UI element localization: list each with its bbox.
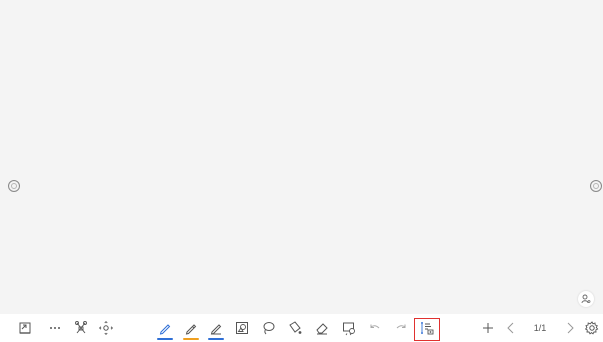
- shape-tool-button[interactable]: [232, 318, 252, 338]
- fill-tool-button[interactable]: [285, 318, 305, 338]
- chevron-right-icon: [567, 322, 574, 334]
- undo-icon: [370, 324, 380, 329]
- insert-image-icon: [343, 322, 355, 336]
- undo-button[interactable]: [365, 318, 385, 338]
- pen-tool-button[interactable]: [155, 318, 175, 340]
- left-edge-handle[interactable]: [8, 180, 20, 192]
- prev-page-button[interactable]: [501, 318, 521, 338]
- redo-button[interactable]: [391, 318, 411, 338]
- add-page-button[interactable]: [478, 318, 498, 338]
- pen-color-bar: [157, 338, 173, 340]
- exit-whiteboard-icon: [19, 322, 31, 334]
- whiteboard-canvas[interactable]: [0, 0, 603, 314]
- gear-icon: [584, 321, 599, 335]
- settings-button[interactable]: [582, 318, 602, 338]
- brush-tool-button[interactable]: [206, 318, 226, 340]
- fill-bucket-icon: [289, 321, 302, 334]
- right-edge-handle[interactable]: [590, 180, 602, 192]
- brush-icon: [210, 324, 222, 335]
- tools-button[interactable]: [71, 318, 91, 338]
- bottom-toolbar: [0, 314, 603, 342]
- lasso-tool-button[interactable]: [258, 318, 278, 338]
- lasso-icon: [263, 322, 275, 335]
- shape-icon: [236, 322, 248, 334]
- brush-color-bar: [208, 338, 224, 340]
- pen-icon: [159, 324, 171, 335]
- highlighter-tool-button[interactable]: [181, 318, 201, 340]
- highlighter-color-bar: [183, 338, 199, 340]
- eraser-tool-button[interactable]: [312, 318, 332, 338]
- move-canvas-button[interactable]: [96, 318, 116, 338]
- move-canvas-icon: [99, 321, 113, 335]
- insert-button[interactable]: [339, 318, 359, 338]
- highlighter-icon: [185, 324, 197, 335]
- tools-icon: [75, 321, 87, 334]
- exit-whiteboard-button[interactable]: [15, 318, 35, 338]
- eraser-icon: [316, 323, 328, 335]
- more-button[interactable]: [45, 318, 65, 338]
- chevron-left-icon: [507, 322, 514, 334]
- user-avatar-button[interactable]: [578, 291, 594, 307]
- user-icon: [581, 294, 591, 304]
- screenshot-selection-highlight: [414, 318, 440, 341]
- redo-icon: [396, 324, 406, 329]
- next-page-button[interactable]: [560, 318, 580, 338]
- plus-icon: [483, 323, 493, 333]
- more-dots-icon: [50, 327, 60, 329]
- page-indicator: 1/1: [533, 323, 547, 333]
